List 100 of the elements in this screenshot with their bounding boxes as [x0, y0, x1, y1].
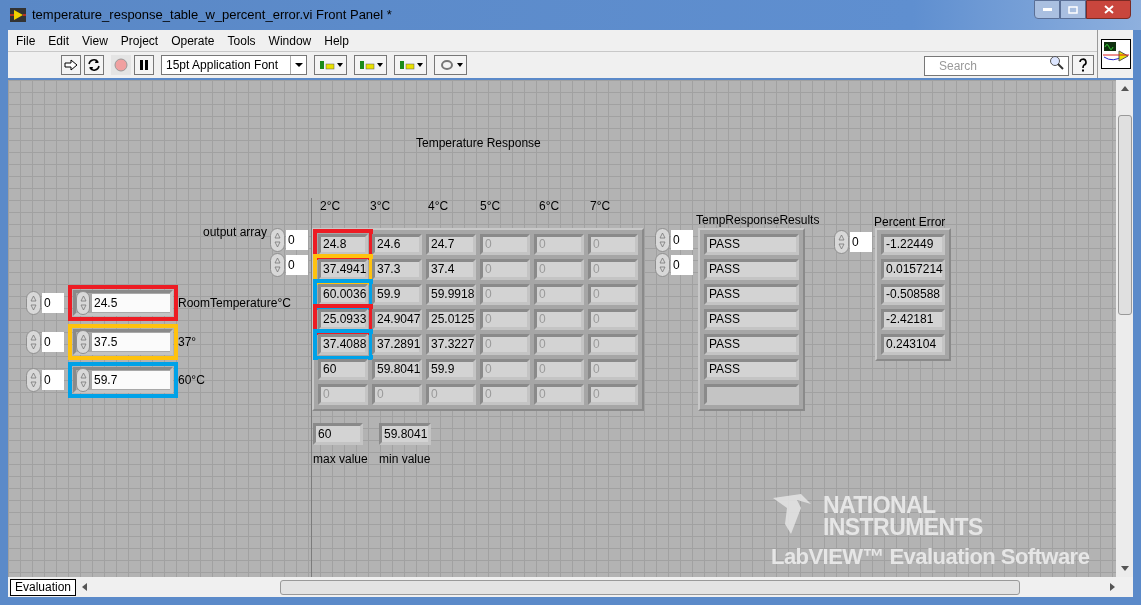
menu-item[interactable]: File: [16, 31, 36, 50]
numeric-field[interactable]: 24.5: [92, 294, 170, 312]
increment-decrement-button[interactable]: [76, 330, 90, 354]
close-button[interactable]: [1086, 0, 1131, 19]
index-field[interactable]: 0: [286, 230, 308, 250]
question-mark-icon: [1078, 58, 1088, 72]
menu-item[interactable]: Window: [268, 31, 312, 50]
menu-item[interactable]: Tools: [227, 31, 256, 50]
align-objects-icon: [318, 59, 335, 71]
vi-icon: [1100, 39, 1131, 69]
layout-dropdown-button[interactable]: [434, 55, 467, 75]
caret-icon: [456, 63, 463, 67]
value-indicator: 59.8041: [379, 423, 431, 445]
up-down-arrows-icon: [659, 232, 666, 248]
array-cell: 24.9047: [372, 309, 422, 330]
pause-icon: [139, 60, 149, 70]
layout-dropdown-button[interactable]: [354, 55, 387, 75]
brand-name: NATIONAL: [823, 494, 937, 516]
increment-decrement-button[interactable]: [26, 291, 41, 315]
array-cell: 37.4088: [318, 334, 368, 355]
menu-item[interactable]: Edit: [48, 31, 70, 50]
index-field[interactable]: 0: [671, 255, 693, 275]
font-dropdown[interactable]: 15pt Application Font: [161, 55, 307, 75]
indicator-label: min value: [379, 451, 431, 468]
index-field[interactable]: 0: [42, 332, 64, 352]
minimize-button[interactable]: [1034, 0, 1060, 19]
up-arrow-icon: [1120, 86, 1129, 91]
up-down-arrows-icon: [659, 257, 666, 273]
horizontal-scrollbar[interactable]: [82, 579, 1115, 595]
array-cell: 59.8041: [372, 359, 422, 380]
pause-button[interactable]: [134, 55, 154, 75]
control-label: 60°C: [178, 372, 205, 389]
percent-error-cell: 0.243104: [881, 334, 945, 355]
column-header: 2°C: [320, 198, 342, 215]
increment-decrement-button[interactable]: [76, 368, 90, 392]
menu-item[interactable]: View: [82, 31, 108, 50]
increment-decrement-button[interactable]: [834, 230, 849, 254]
window-title: temperature_response_table_w_percent_error.vi Front Panel *: [32, 6, 392, 25]
percent-error-cell: -1.22449: [881, 234, 945, 255]
layout-dropdown-button[interactable]: [314, 55, 347, 75]
search-field[interactable]: Search: [924, 56, 1069, 76]
increment-decrement-button[interactable]: [655, 253, 670, 277]
percent-error-cell: -0.508588: [881, 284, 945, 305]
increment-decrement-button[interactable]: [655, 228, 670, 252]
maximize-icon: [1068, 5, 1078, 14]
indicator-label: max value: [313, 451, 368, 468]
increment-decrement-button[interactable]: [26, 368, 41, 392]
array-label: output array: [203, 224, 268, 241]
evaluation-tab[interactable]: Evaluation: [10, 578, 77, 596]
result-cell: PASS: [704, 284, 799, 305]
increment-decrement-button[interactable]: [270, 228, 285, 252]
numeric-control[interactable]: 59.7: [73, 367, 173, 393]
cycle-arrows-icon: [87, 58, 101, 72]
up-down-arrows-icon: [30, 295, 37, 311]
align-objects-icon: [398, 59, 415, 71]
caret-icon: [376, 63, 383, 67]
help-button[interactable]: [1072, 55, 1094, 75]
index-field[interactable]: 0: [671, 230, 693, 250]
layout-dropdown-button[interactable]: [394, 55, 427, 75]
run-button[interactable]: [61, 55, 81, 75]
menu-item[interactable]: Help: [324, 31, 349, 50]
scroll-thumb[interactable]: [280, 579, 1021, 595]
caret-icon: [336, 63, 343, 67]
increment-decrement-button[interactable]: [26, 330, 41, 354]
scroll-thumb[interactable]: [1117, 115, 1132, 315]
run-continuously-button[interactable]: [84, 55, 104, 75]
result-cell: PASS: [704, 359, 799, 380]
numeric-field[interactable]: 37.5: [92, 333, 170, 351]
arrow-icon: [64, 59, 78, 71]
up-down-arrows-icon: [274, 232, 281, 248]
menu-item[interactable]: Operate: [171, 31, 215, 50]
vertical-scrollbar[interactable]: [1116, 80, 1133, 577]
array-cell: 24.6: [372, 234, 422, 255]
result-cell: PASS: [704, 334, 799, 355]
result-cell: PASS: [704, 234, 799, 255]
increment-decrement-button[interactable]: [76, 291, 90, 315]
panel-title: Temperature Response: [416, 135, 541, 152]
numeric-control[interactable]: 37.5: [73, 329, 173, 355]
array-cell: 37.3227: [426, 334, 476, 355]
menu-item[interactable]: Project: [120, 31, 159, 50]
up-down-arrows-icon: [79, 334, 87, 350]
column-header: 7°C: [590, 198, 612, 215]
search-icon: [1049, 55, 1065, 71]
array-cell: 37.3: [372, 259, 422, 280]
array-cell: 59.9: [372, 284, 422, 305]
up-down-arrows-icon: [30, 334, 37, 350]
index-field[interactable]: 0: [42, 370, 64, 390]
value-indicator: 60: [313, 423, 363, 445]
result-cell: PASS: [704, 309, 799, 330]
up-down-arrows-icon: [79, 295, 87, 311]
maximize-button[interactable]: [1060, 0, 1086, 19]
index-field[interactable]: 0: [850, 232, 872, 252]
numeric-field[interactable]: 59.7: [92, 371, 170, 389]
array-cell: 37.2891: [372, 334, 422, 355]
index-field[interactable]: 0: [42, 293, 64, 313]
index-field[interactable]: 0: [286, 255, 308, 275]
close-icon: [1103, 5, 1114, 14]
numeric-control[interactable]: 24.5: [73, 290, 173, 316]
increment-decrement-button[interactable]: [270, 253, 285, 277]
brand-name: INSTRUMENTS: [823, 516, 983, 538]
